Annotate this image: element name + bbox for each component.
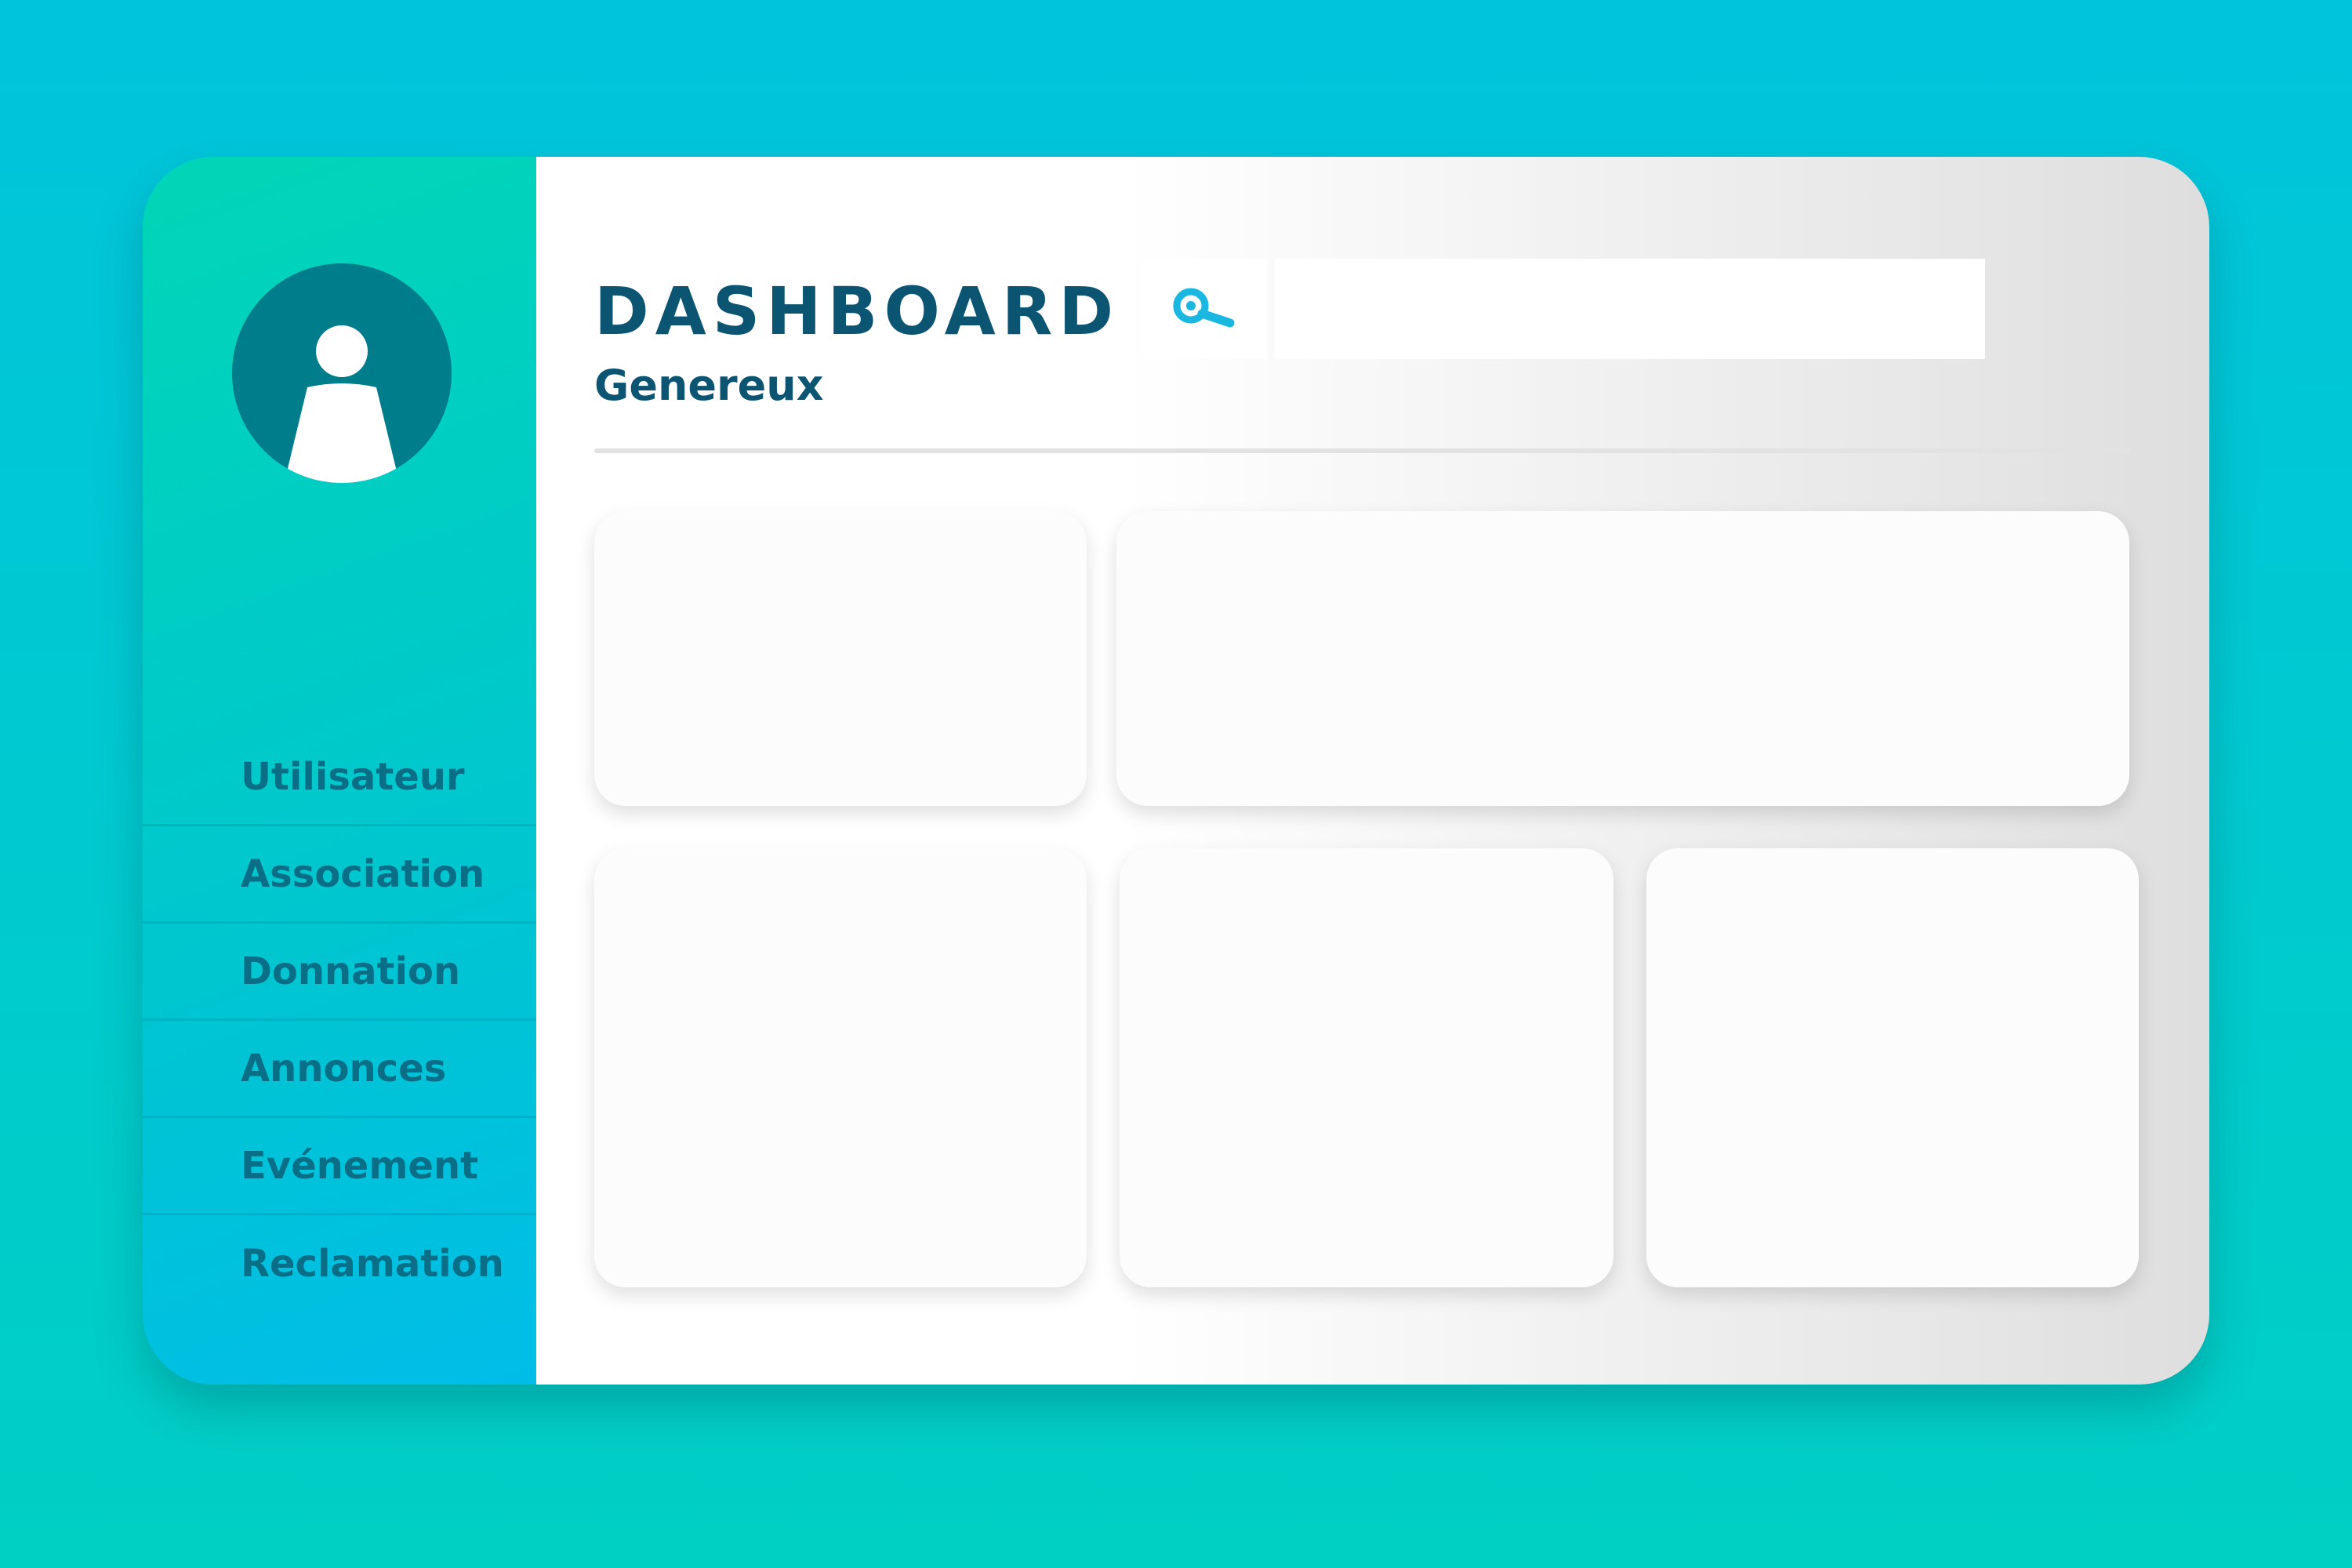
dashboard-window: Utilisateur Association Donnation Annonc… [143, 157, 2209, 1385]
widget-card-3 [594, 848, 1087, 1287]
header-divider [594, 448, 2131, 453]
sidebar-nav: Utilisateur Association Donnation Annonc… [143, 729, 536, 1312]
widget-card-5 [1646, 848, 2139, 1287]
sidebar-item-annonces[interactable]: Annonces [143, 1021, 536, 1118]
search-button[interactable] [1143, 259, 1267, 359]
sidebar-item-evenement[interactable]: Evénement [143, 1118, 536, 1215]
sidebar: Utilisateur Association Donnation Annonc… [143, 157, 536, 1385]
main-panel: DASHBOARD Genereux [536, 157, 2209, 1385]
avatar[interactable] [232, 263, 452, 483]
widget-card-4 [1120, 848, 1613, 1287]
sidebar-item-association[interactable]: Association [143, 826, 536, 924]
sidebar-item-reclamation[interactable]: Reclamation [143, 1215, 536, 1312]
search-input[interactable] [1275, 259, 1985, 359]
search-icon [1173, 288, 1235, 328]
sidebar-item-donnation[interactable]: Donnation [143, 924, 536, 1021]
page-title: DASHBOARD [594, 273, 1120, 350]
widget-card-1 [594, 511, 1087, 806]
sidebar-item-utilisateur[interactable]: Utilisateur [143, 729, 536, 826]
user-icon [284, 325, 400, 483]
page-subtitle: Genereux [594, 361, 824, 410]
widget-card-2 [1116, 511, 2129, 806]
